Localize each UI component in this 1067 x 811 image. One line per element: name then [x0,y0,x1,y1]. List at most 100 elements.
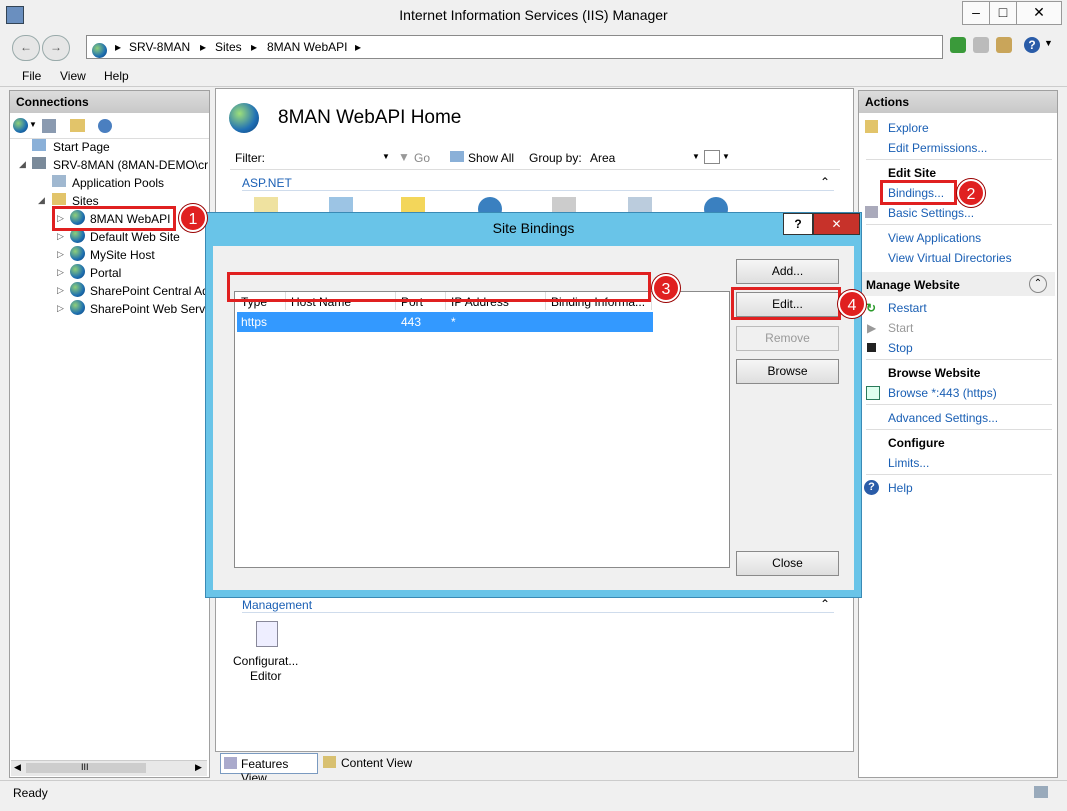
callout-highlight-binding-row [227,272,651,302]
go-button[interactable]: Go [414,151,430,165]
scroll-right-icon[interactable]: ▶ [195,762,202,773]
status-network-icon [1034,786,1048,798]
stop-icon[interactable] [973,37,989,53]
up-folder-icon[interactable] [70,119,85,132]
filter-bar: Filter: ▼ ▼ Go Show All Group by: Area ▼… [230,145,840,170]
disconnect-icon[interactable] [98,119,112,133]
tree-item-sharepoint-central[interactable]: SharePoint Central Ad [90,284,209,298]
groupby-dropdown-icon[interactable]: ▼ [692,152,700,161]
tree-item-app-pools[interactable]: Application Pools [72,176,164,190]
collapse-manage-icon[interactable]: ⌃ [1029,275,1047,293]
home-icon[interactable] [996,37,1012,53]
groupby-select[interactable]: Area [590,151,615,165]
menu-file[interactable]: File [22,69,41,83]
maximize-button[interactable]: □ [989,1,1017,25]
features-view-tab[interactable]: Features View [220,753,318,785]
expand-site-icon[interactable]: ▷ [57,285,64,296]
action-advanced-settings[interactable]: Advanced Settings... [888,411,998,425]
connections-pane: Connections ▼ Start Page ◢ SRV-8MAN (8MA… [9,90,210,778]
save-icon[interactable] [42,119,56,133]
tree-item-mysite-host[interactable]: MySite Host [90,248,155,262]
actions-divider [866,224,1052,225]
expand-site-icon[interactable]: ▷ [57,249,64,260]
group-manage-website: Manage Website [866,278,960,292]
breadcrumb-sites[interactable]: Sites [215,40,242,54]
tree-item-server[interactable]: SRV-8MAN (8MAN-DEMO\cr [53,158,208,172]
horizontal-scrollbar[interactable]: ◀ III ▶ [11,760,207,776]
expand-site-icon[interactable]: ▷ [57,303,64,314]
view-mode-dropdown-icon[interactable]: ▼ [722,152,730,161]
go-funnel-icon[interactable]: ▼ [398,150,410,164]
tree-startpage-icon [32,139,46,151]
help-menu-icon[interactable]: ? [1024,37,1040,53]
action-edit-permissions[interactable]: Edit Permissions... [888,141,987,155]
binding-row[interactable]: https 443 * [237,312,653,332]
action-restart[interactable]: Restart [888,301,927,315]
scroll-left-icon[interactable]: ◀ [14,762,21,773]
group-configure: Configure [888,436,945,450]
forward-button[interactable]: → [42,35,70,61]
refresh-icon[interactable] [950,37,966,53]
content-view-icon [323,756,336,768]
dialog-help-button[interactable]: ? [783,213,813,235]
menu-view[interactable]: View [60,69,86,83]
collapse-aspnet-icon[interactable]: ⌃ [820,175,830,189]
close-window-button[interactable]: ✕ [1016,1,1062,25]
expand-site-icon[interactable]: ▷ [57,231,64,242]
minimize-button[interactable]: – [962,1,990,25]
callout-highlight-tree-item [52,206,176,231]
collapse-management-icon[interactable]: ⌃ [820,597,830,611]
row-type: https [241,315,268,329]
view-mode-icon[interactable] [704,150,720,164]
action-limits[interactable]: Limits... [888,456,929,470]
group-browse-website: Browse Website [888,366,981,380]
action-start: Start [888,321,914,335]
browse-binding-button[interactable]: Browse [736,359,839,384]
action-explore[interactable]: Explore [888,121,929,135]
view-switcher: Features View Content View [215,752,852,785]
site-bindings-dialog: Site Bindings ? ✕ Type Host Name Port IP… [205,212,862,598]
filter-input[interactable] [272,148,392,166]
tree-item-sharepoint-web[interactable]: SharePoint Web Servi [90,302,208,316]
config-editor-label-1: Configurat... [233,654,299,668]
tree-item-default-web-site[interactable]: Default Web Site [90,230,180,244]
help-dropdown-icon[interactable]: ▼ [1044,38,1053,48]
action-stop[interactable]: Stop [888,341,913,355]
basic-settings-icon [865,206,878,218]
back-button[interactable]: ← [12,35,40,61]
show-all-button[interactable]: Show All [468,151,514,165]
action-basic-settings[interactable]: Basic Settings... [888,206,974,220]
config-editor-feature[interactable]: Configurat... Editor [230,619,304,687]
tree-item-start-page[interactable]: Start Page [53,140,110,154]
bindings-list[interactable]: Type Host Name Port IP Address Binding I… [234,291,730,568]
content-view-tab[interactable]: Content View [321,753,417,772]
page-title: 8MAN WebAPI Home [278,107,462,128]
close-dialog-button[interactable]: Close [736,551,839,576]
connections-title: Connections [10,91,209,113]
tree-item-portal[interactable]: Portal [90,266,121,280]
status-text: Ready [13,786,48,800]
actions-divider [866,404,1052,405]
expand-site-icon[interactable]: ▷ [57,267,64,278]
start-icon: ▶ [867,321,877,335]
menu-help[interactable]: Help [104,69,129,83]
breadcrumb-server[interactable]: SRV-8MAN [129,40,190,54]
action-view-virtual-directories[interactable]: View Virtual Directories [888,251,1012,265]
status-bar: Ready [0,780,1067,811]
browse-icon [866,386,880,400]
expand-sites-icon[interactable]: ◢ [38,195,45,206]
action-help[interactable]: Help [888,481,913,495]
breadcrumb-site[interactable]: 8MAN WebAPI [267,40,347,54]
connect-icon[interactable] [13,118,28,133]
action-browse-443[interactable]: Browse *:443 (https) [888,386,997,400]
address-bar[interactable]: ▸ SRV-8MAN ▸ Sites ▸ 8MAN WebAPI ▸ [86,35,943,59]
add-binding-button[interactable]: Add... [736,259,839,284]
action-view-applications[interactable]: View Applications [888,231,981,245]
callout-badge-1: 1 [179,204,207,232]
dialog-close-button[interactable]: ✕ [813,213,860,235]
actions-title: Actions [859,91,1057,113]
filter-dropdown-icon[interactable]: ▼ [382,152,390,161]
remove-binding-button[interactable]: Remove [736,326,839,351]
expand-server-icon[interactable]: ◢ [19,159,26,170]
connect-dropdown-icon[interactable]: ▼ [29,120,37,129]
